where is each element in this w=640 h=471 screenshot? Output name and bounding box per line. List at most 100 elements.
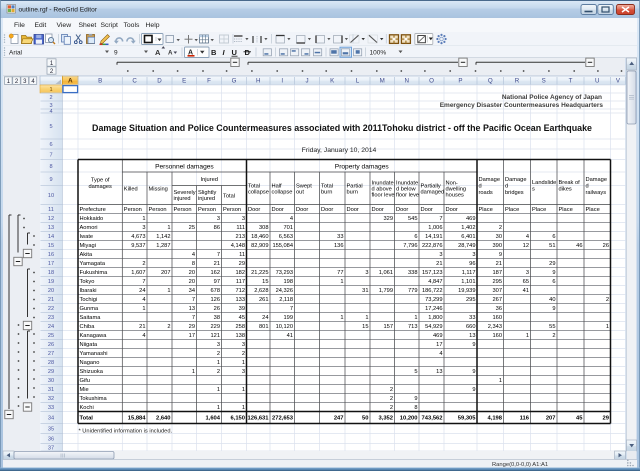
svg-text:Help: Help xyxy=(146,22,160,29)
svg-text:3: 3 xyxy=(472,252,475,258)
svg-text:Kochi: Kochi xyxy=(80,405,94,411)
svg-text:9: 9 xyxy=(472,369,475,375)
svg-text:Door: Door xyxy=(248,207,260,213)
svg-text:29: 29 xyxy=(549,261,555,267)
svg-text:Range(0,0-0,0) A1:A1: Range(0,0-0,0) A1:A1 xyxy=(492,462,548,468)
svg-text:National Police Agency of Japa: National Police Agency of Japan xyxy=(502,94,602,101)
svg-text:29: 29 xyxy=(189,324,195,330)
svg-text:E: E xyxy=(182,78,186,85)
svg-text:17,246: 17,246 xyxy=(425,306,442,312)
svg-text:View: View xyxy=(57,22,72,29)
svg-text:73,299: 73,299 xyxy=(425,297,442,303)
svg-text:18: 18 xyxy=(48,270,54,276)
svg-text:13: 13 xyxy=(469,333,475,339)
svg-text:Swept: Swept xyxy=(296,183,312,189)
svg-text:9: 9 xyxy=(552,270,555,276)
svg-text:2: 2 xyxy=(390,396,393,402)
svg-text:116: 116 xyxy=(520,416,530,422)
svg-text:8: 8 xyxy=(192,261,195,267)
svg-text:4,673: 4,673 xyxy=(131,234,145,240)
svg-text:86: 86 xyxy=(214,225,220,231)
svg-text:30: 30 xyxy=(48,378,54,384)
svg-text:O: O xyxy=(429,78,434,85)
svg-text:10: 10 xyxy=(48,193,54,199)
svg-text:A: A xyxy=(168,50,173,57)
svg-text:out: out xyxy=(296,190,304,196)
svg-text:damaged: damaged xyxy=(421,190,445,196)
svg-text:Tochigi: Tochigi xyxy=(80,297,98,303)
svg-text:Door: Door xyxy=(421,207,433,213)
svg-text:2,628: 2,628 xyxy=(254,288,268,294)
svg-text:743,562: 743,562 xyxy=(422,416,443,422)
svg-text:29: 29 xyxy=(239,261,245,267)
svg-text:Person: Person xyxy=(149,207,167,213)
svg-text:712: 712 xyxy=(236,288,246,294)
svg-text:261: 261 xyxy=(259,297,269,303)
svg-text:1: 1 xyxy=(167,288,170,294)
svg-text:24: 24 xyxy=(262,315,268,321)
svg-text:20: 20 xyxy=(48,288,54,294)
svg-text:3: 3 xyxy=(217,342,220,348)
svg-text:30: 30 xyxy=(496,234,502,240)
svg-text:Shizuoka: Shizuoka xyxy=(80,369,104,375)
svg-text:307: 307 xyxy=(493,288,503,294)
svg-text:4,847: 4,847 xyxy=(428,279,442,285)
svg-text:73,293: 73,293 xyxy=(276,270,293,276)
svg-text:160: 160 xyxy=(493,333,503,339)
svg-text:Nagano: Nagano xyxy=(80,360,100,366)
svg-text:133: 133 xyxy=(236,297,246,303)
svg-text:3: 3 xyxy=(242,216,245,222)
svg-text:1,287: 1,287 xyxy=(156,243,170,249)
svg-text:Place: Place xyxy=(532,207,546,213)
svg-text:1: 1 xyxy=(242,360,245,366)
svg-text:3: 3 xyxy=(526,270,529,276)
svg-text:19: 19 xyxy=(48,279,54,285)
svg-text:678: 678 xyxy=(211,288,221,294)
svg-text:Non-: Non- xyxy=(446,180,458,186)
svg-text:207: 207 xyxy=(546,416,556,422)
svg-text:1,607: 1,607 xyxy=(131,270,145,276)
svg-text:21,225: 21,225 xyxy=(251,270,268,276)
svg-text:1: 1 xyxy=(414,315,417,321)
svg-text:Chiba: Chiba xyxy=(80,324,96,330)
svg-text:Break of: Break of xyxy=(559,180,581,186)
svg-text:Place: Place xyxy=(505,207,519,213)
svg-text:railways: railways xyxy=(586,190,607,196)
svg-text:U: U xyxy=(232,48,237,57)
svg-text:295: 295 xyxy=(493,279,503,285)
svg-text:Door: Door xyxy=(372,207,384,213)
svg-text:Door: Door xyxy=(396,207,408,213)
svg-text:2: 2 xyxy=(242,351,245,357)
svg-text:36: 36 xyxy=(48,437,54,443)
svg-text:roads: roads xyxy=(479,190,493,196)
svg-text:13: 13 xyxy=(48,225,54,231)
svg-text:Property damages: Property damages xyxy=(335,163,390,170)
svg-text:Slightly: Slightly xyxy=(198,190,216,196)
svg-text:J: J xyxy=(305,78,308,85)
svg-text:5: 5 xyxy=(49,124,52,130)
svg-text:1: 1 xyxy=(526,333,529,339)
svg-text:33: 33 xyxy=(469,315,475,321)
svg-text:N: N xyxy=(405,78,409,85)
svg-text:A: A xyxy=(68,78,73,85)
svg-text:37: 37 xyxy=(48,445,54,451)
svg-text:15,884: 15,884 xyxy=(128,416,147,422)
svg-text:26: 26 xyxy=(214,306,220,312)
svg-text:6,563: 6,563 xyxy=(279,234,293,240)
svg-text:7: 7 xyxy=(192,315,195,321)
svg-text:24,326: 24,326 xyxy=(276,288,293,294)
svg-text:59,305: 59,305 xyxy=(458,416,477,422)
svg-text:100%: 100% xyxy=(370,49,387,56)
svg-text:24: 24 xyxy=(48,324,54,330)
svg-text:Aomori: Aomori xyxy=(80,225,98,231)
svg-text:Mie: Mie xyxy=(80,387,89,393)
svg-text:9: 9 xyxy=(472,342,475,348)
svg-text:3: 3 xyxy=(365,270,368,276)
svg-text:1,117: 1,117 xyxy=(462,270,476,276)
svg-text:8: 8 xyxy=(414,405,417,411)
svg-text:4: 4 xyxy=(142,297,145,303)
svg-text:Kanagawa: Kanagawa xyxy=(80,333,108,339)
svg-text:41: 41 xyxy=(523,288,529,294)
svg-text:2: 2 xyxy=(142,261,145,267)
svg-text:1,101: 1,101 xyxy=(461,279,475,285)
